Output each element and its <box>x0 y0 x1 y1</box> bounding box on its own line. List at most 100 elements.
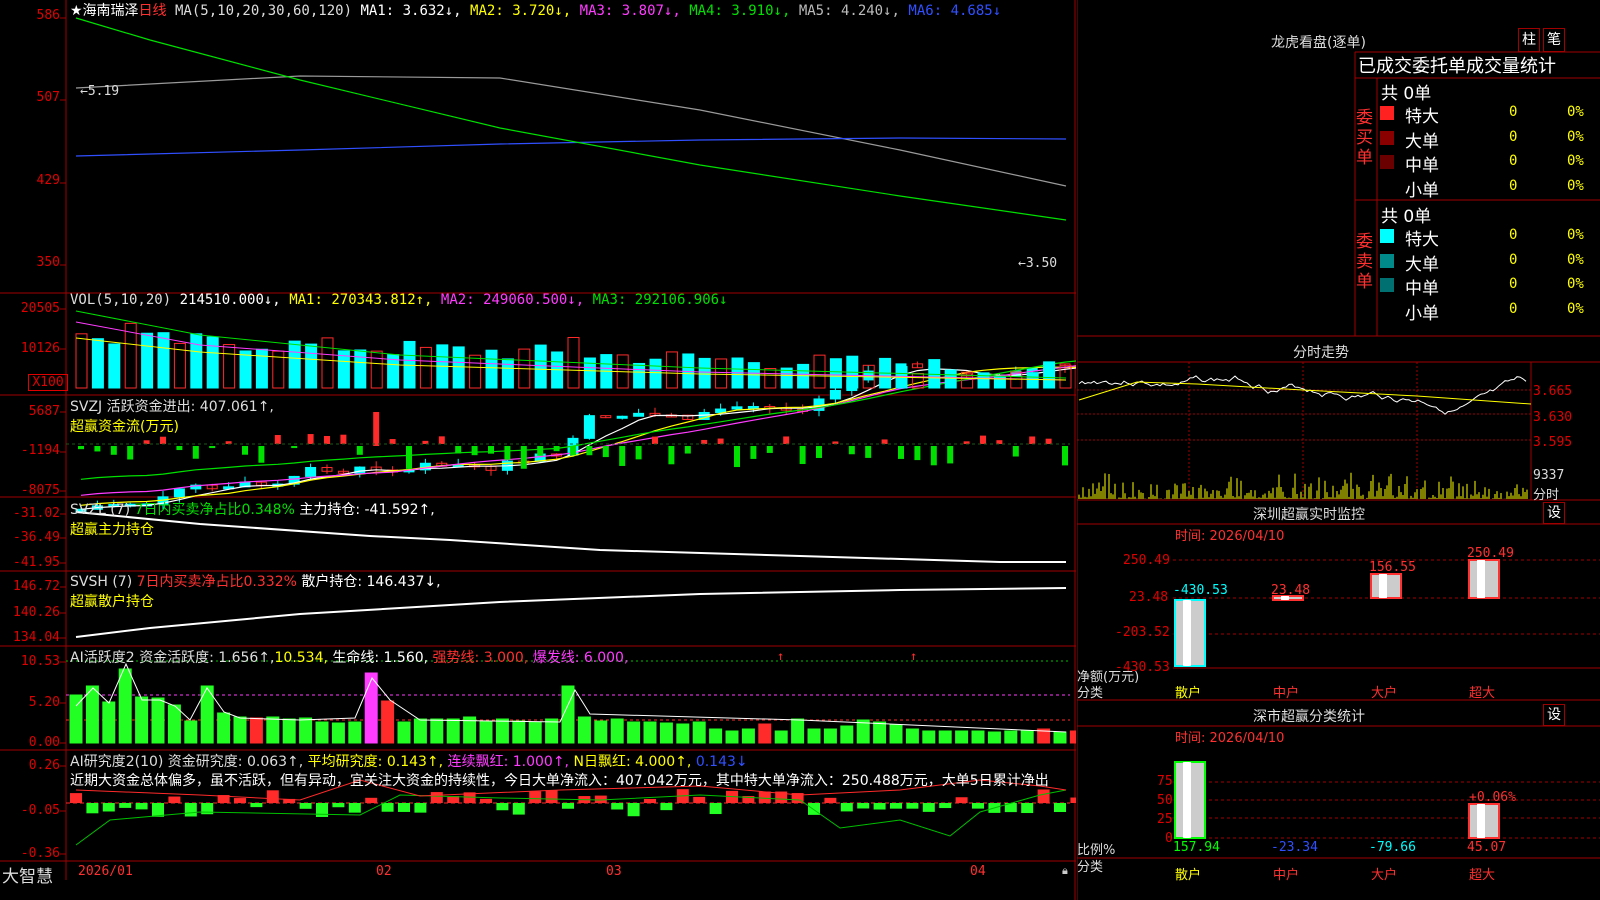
period-label[interactable]: 日线 <box>139 3 167 19</box>
activity-bar <box>479 720 493 744</box>
candle-body <box>583 415 595 439</box>
activity-bar <box>577 716 591 744</box>
high-marker: ←5.19 <box>80 84 120 99</box>
svzl-y-36: -36.49 <box>13 530 60 545</box>
activity-bar <box>249 717 263 744</box>
research-bar <box>135 803 148 810</box>
research-bar <box>250 803 263 808</box>
svsh-y-146: 146.72 <box>13 579 60 594</box>
activity-bar <box>397 721 411 744</box>
fund-bar <box>1062 446 1068 466</box>
right-panel-svg <box>1077 0 1600 900</box>
svzj-y-1194: -1194 <box>20 443 60 458</box>
chart-area[interactable]: ↑ ↑ ★海南瑞泽日线 MA(5,10,20,30,60,120) MA1: 3.… <box>0 0 1076 900</box>
fund-bar <box>750 446 757 459</box>
vol-unit[interactable]: X100 <box>28 374 68 391</box>
fund-bar <box>848 446 855 455</box>
buy-color-swatch <box>1380 179 1394 194</box>
fenshi-price-high: 3.665 <box>1533 384 1573 399</box>
fund-bar <box>110 446 117 455</box>
research-bar <box>299 803 312 809</box>
research-bar <box>496 803 509 811</box>
fund-bar <box>504 446 511 460</box>
sz-class-y75: 75 <box>1157 774 1173 789</box>
vol-value: 214510.000↓, <box>179 292 281 308</box>
lock-icon[interactable]: 🔒︎ <box>1062 864 1068 878</box>
volume-bar <box>239 350 252 389</box>
sell-row-label: 小单 <box>1405 303 1439 324</box>
fund-bar <box>717 438 724 444</box>
activity-bar <box>741 728 755 744</box>
svsh-sub: 超赢散户持仓 <box>70 594 154 610</box>
activity-bar <box>807 728 821 744</box>
activity-bar <box>299 717 313 744</box>
research-bar <box>1021 803 1034 814</box>
buy-row-count: 0 <box>1509 104 1518 120</box>
stock-name[interactable]: ★海南瑞泽 <box>70 3 139 19</box>
activity-bar <box>971 730 985 744</box>
research-bar <box>890 803 902 809</box>
fund-bar <box>652 436 658 444</box>
fund-bar <box>799 446 806 465</box>
app-logo[interactable]: 大智慧 <box>2 862 53 887</box>
ma-label: MA(5,10,20,30,60,120) <box>175 3 353 19</box>
bar-button[interactable]: 柱 <box>1518 28 1540 52</box>
candle-body <box>305 466 317 477</box>
vol-label: VOL(5,10,20) <box>70 292 172 308</box>
svzl-sub: 超赢主力持仓 <box>70 522 154 538</box>
sz-monitor-set-button[interactable]: 设 <box>1543 502 1565 524</box>
ai2-y-005: -0.05 <box>20 803 60 818</box>
volume-bar <box>452 346 465 389</box>
fund-bar <box>373 412 380 446</box>
retail-bar-shine <box>1183 600 1191 666</box>
volume-bar <box>665 351 678 389</box>
research-bar <box>70 793 82 803</box>
volume-bar <box>75 333 88 389</box>
activity-bar <box>135 696 149 744</box>
pen-button[interactable]: 笔 <box>1543 28 1565 52</box>
fund-bar <box>602 446 609 458</box>
research-bar <box>873 803 886 810</box>
fund-bar <box>881 439 888 444</box>
activity-bar <box>118 668 132 744</box>
buy-row-label: 小单 <box>1405 180 1439 201</box>
buy-row-count: 0 <box>1509 177 1518 194</box>
fund-bar <box>1029 436 1036 444</box>
fund-bar <box>291 446 298 449</box>
activity-bar <box>331 722 345 744</box>
research-bar <box>332 803 345 808</box>
fund-bar <box>438 436 445 444</box>
kline-y-429: 429 <box>36 173 60 188</box>
research-bar <box>512 803 525 815</box>
research-bar <box>972 803 984 809</box>
vol-y-10126: 10126 <box>20 341 60 356</box>
sz-class-category: 超大 <box>1469 868 1496 883</box>
svzj-y-5687: 5687 <box>28 404 60 419</box>
research-bar <box>398 803 410 812</box>
sz-class-title: 深市超赢分类统计 <box>1253 709 1365 725</box>
sell-row-pct: 0% <box>1567 251 1584 268</box>
big-bar-shine <box>1379 574 1387 598</box>
activity-bar <box>364 672 378 744</box>
fenshi-unit: 分时 <box>1533 488 1560 503</box>
research-bar <box>758 791 771 803</box>
up-arrow-marker: ↑ <box>777 649 784 663</box>
activity-bar <box>151 697 165 744</box>
fund-bar <box>258 446 265 463</box>
sz-class-category: 大户 <box>1371 868 1398 883</box>
sz-class-value: -23.34 <box>1271 840 1318 855</box>
research-bar <box>906 803 919 809</box>
volume-bar <box>1043 361 1056 389</box>
activity-bar <box>610 718 624 744</box>
sz-class-set-button[interactable]: 设 <box>1543 704 1565 726</box>
fund-bar <box>192 446 199 459</box>
candle-body <box>633 412 645 417</box>
activity-bar <box>676 723 690 744</box>
fund-bar <box>553 446 560 452</box>
activity-bar <box>413 718 427 744</box>
buy-row-count: 0 <box>1509 128 1518 145</box>
sell-row-count: 0 <box>1509 251 1518 268</box>
research-bar <box>1070 797 1076 803</box>
fund-bar <box>1045 438 1052 444</box>
svsh-pct: 7日内买卖净占比0.332% <box>136 574 297 590</box>
